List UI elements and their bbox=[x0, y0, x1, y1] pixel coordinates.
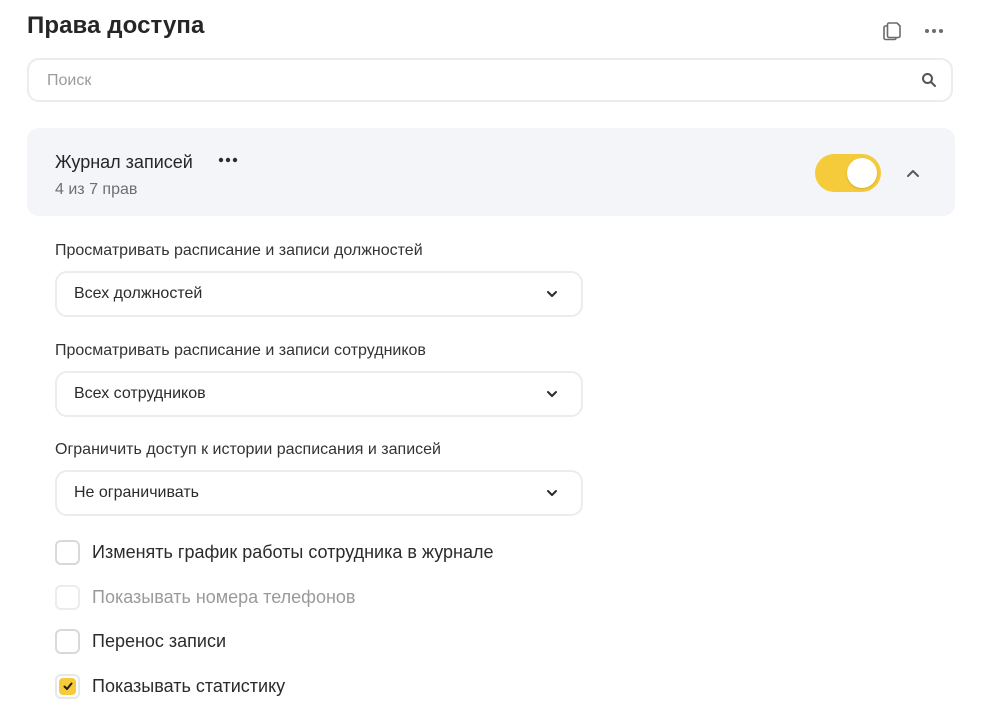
history-access-label: Ограничить доступ к истории расписания и… bbox=[55, 441, 441, 458]
permission-edit-schedule[interactable]: Изменять график работы сотрудника в журн… bbox=[55, 538, 493, 566]
permission-show-statistics[interactable]: Показывать статистику bbox=[55, 672, 285, 700]
permission-group-card: Журнал записей 4 из 7 прав bbox=[27, 128, 955, 216]
chevron-up-icon[interactable] bbox=[901, 162, 925, 184]
group-title: Журнал записей bbox=[55, 152, 193, 172]
search-input[interactable] bbox=[45, 60, 899, 102]
checkbox[interactable] bbox=[55, 673, 80, 699]
checkbox-label: Показывать статистику bbox=[92, 675, 286, 696]
history-access-select[interactable]: Не ограничивать bbox=[55, 470, 583, 516]
check-icon bbox=[63, 682, 72, 690]
select-value: Всех должностей bbox=[74, 285, 203, 302]
search-icon[interactable] bbox=[921, 72, 937, 88]
page-title: Права доступа bbox=[27, 12, 205, 39]
checkbox-fill bbox=[59, 677, 76, 695]
permission-move-record[interactable]: Перенос записи bbox=[55, 627, 226, 655]
search-box bbox=[27, 58, 953, 102]
more-horizontal-icon[interactable] bbox=[920, 16, 948, 44]
group-more-icon[interactable] bbox=[216, 150, 242, 170]
group-enabled-toggle[interactable] bbox=[815, 154, 881, 192]
copy-icon[interactable] bbox=[878, 16, 906, 44]
positions-access-label: Просматривать расписание и записи должно… bbox=[55, 242, 423, 259]
chevron-down-icon bbox=[547, 391, 557, 397]
chevron-down-icon bbox=[547, 291, 557, 297]
checkbox-label: Перенос записи bbox=[92, 630, 227, 651]
checkbox[interactable] bbox=[55, 584, 80, 610]
toggle-knob bbox=[847, 158, 877, 188]
group-rights-count: 4 из 7 прав bbox=[55, 181, 138, 198]
employees-access-label: Просматривать расписание и записи сотруд… bbox=[55, 342, 426, 359]
select-value: Не ограничивать bbox=[74, 484, 200, 501]
chevron-down-icon bbox=[547, 490, 557, 496]
checkbox-label: Изменять график работы сотрудника в журн… bbox=[92, 541, 494, 562]
select-value: Всех сотрудников bbox=[74, 385, 206, 402]
positions-access-select[interactable]: Всех должностей bbox=[55, 271, 583, 317]
employees-access-select[interactable]: Всех сотрудников bbox=[55, 371, 583, 417]
checkbox[interactable] bbox=[55, 628, 80, 654]
checkbox-label: Показывать номера телефонов bbox=[92, 586, 356, 607]
checkbox[interactable] bbox=[55, 539, 80, 565]
permission-show-phones[interactable]: Показывать номера телефонов bbox=[55, 583, 355, 611]
